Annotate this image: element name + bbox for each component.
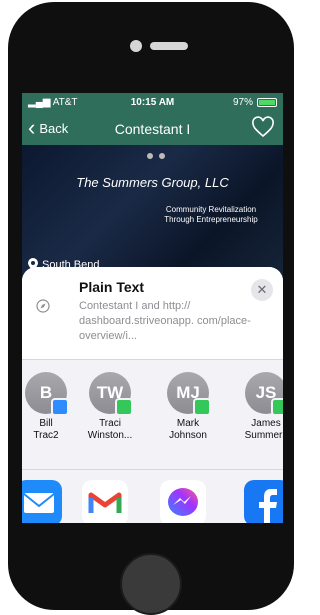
- page-dot: [147, 153, 153, 159]
- company-tagline: Community Revitalization Through Entrepr…: [164, 205, 258, 224]
- avatar: MJ: [167, 372, 211, 416]
- contact-suggestion[interactable]: JS JamesSummers: [236, 372, 283, 442]
- gmail-icon: [88, 492, 122, 513]
- contact-name: Mark Johnson: [169, 418, 207, 441]
- messenger-app-button[interactable]: [160, 480, 206, 523]
- airdrop-icon: [51, 398, 69, 416]
- front-camera: [130, 40, 142, 52]
- facebook-app-button[interactable]: [244, 480, 283, 523]
- page-indicator: [147, 153, 165, 159]
- hero-image[interactable]: The Summers Group, LLC Community Revital…: [22, 145, 283, 285]
- heart-icon[interactable]: [251, 116, 275, 140]
- messages-icon: [271, 398, 283, 416]
- contact-name: JamesSummers: [244, 418, 283, 441]
- compass-icon: [36, 299, 50, 313]
- share-sheet: Plain Text Contestant I and http:// dash…: [22, 267, 283, 523]
- mail-app-button[interactable]: [22, 480, 62, 523]
- nav-bar: ‹ Back Contestant I: [22, 113, 283, 145]
- contact-name: Traci Winston...: [87, 418, 133, 441]
- company-name: The Summers Group, LLC: [76, 175, 229, 190]
- share-title: Plain Text: [79, 279, 145, 295]
- messages-icon: [115, 398, 133, 416]
- contact-suggestion[interactable]: B Bill Trac2: [22, 372, 76, 442]
- home-button[interactable]: [120, 553, 182, 615]
- contact-suggestions: B Bill Trac2 TW Traci Winston... MJ Mark…: [22, 359, 283, 470]
- mail-icon: [23, 493, 55, 513]
- page-title: Contestant I: [114, 121, 191, 137]
- messenger-icon: [168, 488, 198, 516]
- status-bar: ▂▄▆ AT&T 10:15 AM 97%: [22, 93, 283, 113]
- page-dot: [159, 153, 165, 159]
- close-button[interactable]: ✕: [251, 279, 273, 301]
- avatar: TW: [89, 372, 133, 416]
- screen: ▂▄▆ AT&T 10:15 AM 97% ‹ Back Contestant …: [22, 93, 283, 523]
- avatar: B: [25, 372, 69, 416]
- messages-icon: [193, 398, 211, 416]
- contact-suggestion[interactable]: MJ Mark Johnson: [158, 372, 218, 442]
- share-apps-row: [22, 469, 283, 523]
- contact-name: Bill Trac2: [33, 418, 59, 441]
- share-preview: Contestant I and http:// dashboard.striv…: [79, 300, 251, 342]
- speaker-grille: [150, 42, 188, 50]
- facebook-icon: [259, 489, 277, 523]
- battery-percent: 97%: [232, 97, 253, 108]
- avatar: JS: [245, 372, 283, 416]
- contact-suggestion[interactable]: TW Traci Winston...: [80, 372, 140, 442]
- battery-icon: [257, 98, 277, 107]
- share-header: Plain Text Contestant I and http:// dash…: [22, 267, 283, 359]
- gmail-app-button[interactable]: [82, 480, 128, 523]
